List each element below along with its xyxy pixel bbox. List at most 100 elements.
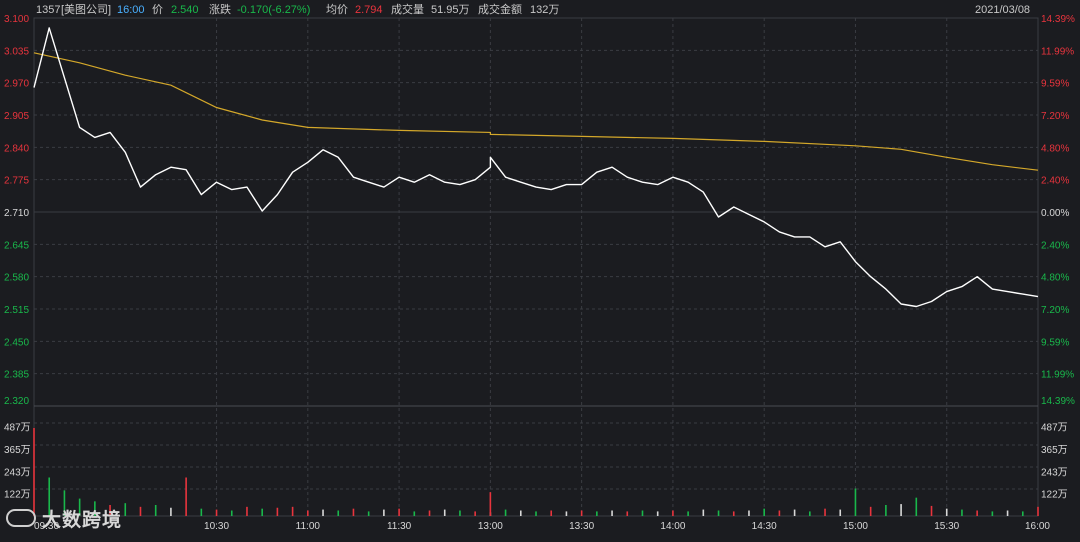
volume-bar	[733, 511, 735, 516]
y-tick-left: 2.840	[4, 143, 29, 154]
y-tick-left: 3.035	[4, 46, 29, 57]
amount-label: 成交金额	[478, 2, 522, 18]
y-tick-left: 2.580	[4, 273, 29, 284]
volume-bar	[535, 511, 537, 516]
y-tick-right: 7.20%	[1041, 305, 1069, 316]
volume-bar	[657, 511, 659, 516]
y-axis-right: 14.39%11.99%9.59%7.20%4.80%2.40%0.00%2.4…	[1041, 14, 1075, 407]
plot-frame	[34, 18, 1038, 516]
volume-bar	[1022, 511, 1024, 516]
y-tick-right: 2.40%	[1041, 176, 1069, 187]
y-axis-left: 3.1003.0352.9702.9052.8402.7752.7102.645…	[4, 14, 29, 407]
volume-bar	[976, 511, 978, 517]
y-tick-right: 9.59%	[1041, 337, 1069, 348]
y-tick-right: 11.99%	[1041, 370, 1074, 381]
stock-name: [美图公司]	[61, 2, 111, 18]
watermark: 大数跨境	[6, 505, 122, 531]
volume-bar	[520, 511, 522, 517]
volume-bar	[155, 505, 157, 516]
x-tick: 14:00	[660, 521, 685, 532]
price-series	[34, 28, 1038, 307]
volume-bar	[900, 504, 902, 516]
volume-bar	[1007, 511, 1009, 517]
volume-bar	[337, 511, 339, 517]
volume-value: 51.95万	[431, 2, 470, 18]
y-tick-left: 3.100	[4, 14, 29, 25]
volume-bar	[687, 511, 689, 516]
volume-bar	[870, 507, 872, 516]
volume-bar	[581, 511, 583, 517]
volume-bar	[626, 511, 628, 516]
avg-price-line	[34, 53, 1038, 170]
x-tick: 15:30	[934, 521, 959, 532]
volume-bar	[763, 509, 765, 516]
volume-bar	[261, 509, 263, 516]
volume-bar	[779, 511, 781, 517]
volume-bar	[459, 511, 461, 517]
current-time: 16:00	[117, 2, 145, 18]
x-tick: 16:00	[1025, 521, 1050, 532]
volume-bar	[414, 511, 416, 516]
volume-bar	[961, 510, 963, 516]
volume-bar	[322, 510, 324, 516]
grid	[34, 18, 1038, 516]
volume-bar	[33, 428, 35, 516]
avg-value: 2.794	[355, 2, 383, 18]
volume-bar	[946, 509, 948, 516]
x-tick: 10:30	[204, 521, 229, 532]
volume-bar	[855, 489, 857, 517]
volume-bar	[885, 505, 887, 516]
y-tick-left: 2.970	[4, 79, 29, 90]
volume-tick-right: 487万	[1041, 423, 1068, 434]
volume-tick-left: 122万	[4, 490, 31, 501]
volume-bar	[566, 511, 568, 516]
volume-bar	[216, 510, 218, 516]
amount-value: 132万	[530, 2, 559, 18]
y-tick-left: 2.775	[4, 176, 29, 187]
volume-bar	[383, 510, 385, 516]
volume-bar	[611, 511, 613, 517]
volume-bar	[292, 507, 294, 516]
y-tick-right: 9.59%	[1041, 79, 1069, 90]
volume-bar	[931, 506, 933, 516]
volume-bar	[916, 498, 918, 516]
volume-bar	[596, 511, 598, 516]
volume-bar	[307, 511, 309, 517]
watermark-text: 大数跨境	[42, 505, 122, 532]
volume-label: 成交量	[391, 2, 424, 18]
x-tick: 13:30	[569, 521, 594, 532]
volume-bar	[718, 511, 720, 517]
trade-date: 2021/03/08	[975, 2, 1030, 18]
volume-bar	[124, 503, 126, 516]
volume-bar	[140, 507, 142, 516]
volume-bar	[642, 511, 644, 517]
y-tick-right: 4.80%	[1041, 143, 1069, 154]
y-tick-right: 2.40%	[1041, 240, 1069, 251]
volume-bar	[505, 510, 507, 516]
volume-bars	[33, 428, 1039, 516]
volume-bar	[474, 511, 476, 516]
volume-bar	[353, 509, 355, 516]
volume-tick-right: 122万	[1041, 490, 1068, 501]
y-tick-right: 4.80%	[1041, 273, 1069, 284]
y-tick-right: 7.20%	[1041, 111, 1069, 122]
volume-bar	[839, 510, 841, 516]
volume-bar	[429, 511, 431, 517]
volume-bar	[748, 511, 750, 517]
volume-bar	[672, 511, 674, 517]
change-label: 涨跌	[209, 2, 231, 18]
stock-code: 1357	[36, 2, 60, 18]
volume-bar	[368, 511, 370, 516]
volume-bar	[703, 510, 705, 516]
volume-tick-right: 243万	[1041, 467, 1068, 478]
volume-bar	[992, 511, 994, 516]
volume-tick-right: 365万	[1041, 445, 1068, 456]
volume-tick-left: 243万	[4, 467, 31, 478]
x-tick: 15:00	[843, 521, 868, 532]
volume-bar	[809, 511, 811, 516]
avg-price-series	[34, 53, 1038, 170]
volume-bar	[277, 508, 279, 516]
y-tick-left: 2.905	[4, 111, 29, 122]
volume-tick-left: 487万	[4, 423, 31, 434]
x-tick: 14:30	[752, 521, 777, 532]
